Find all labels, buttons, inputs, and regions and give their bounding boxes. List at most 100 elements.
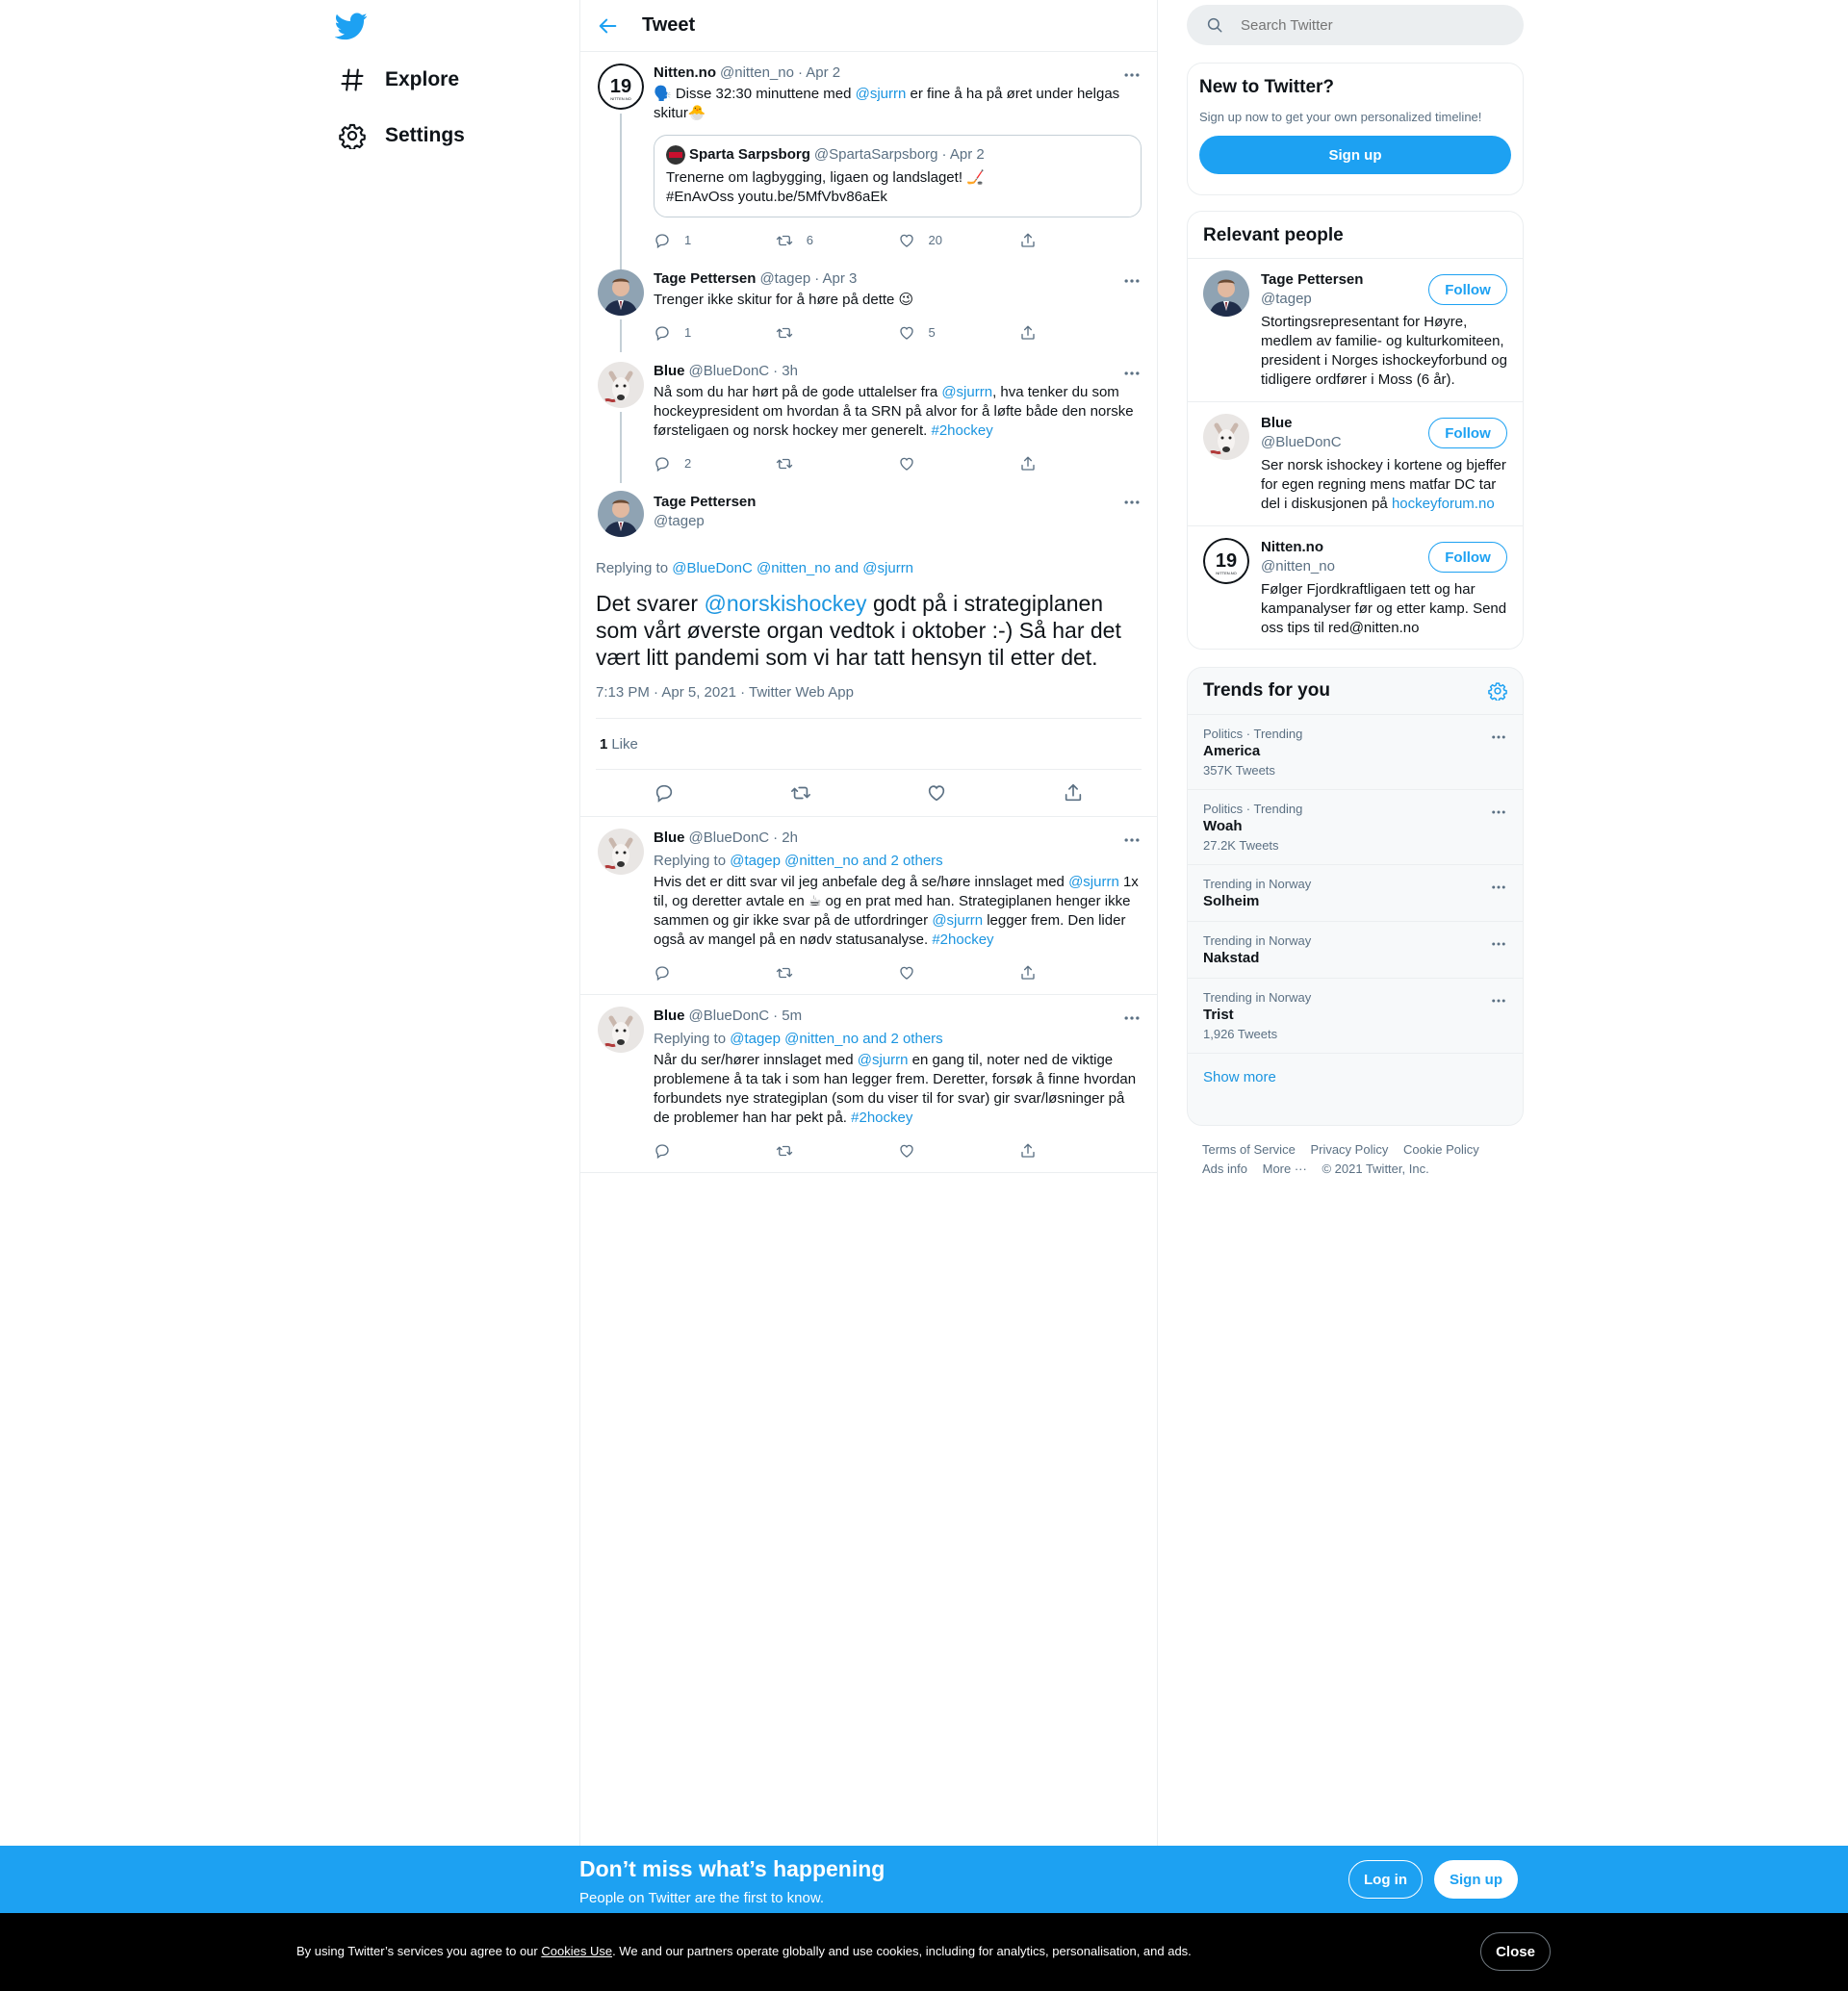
twitter-logo-icon[interactable] (335, 10, 368, 42)
tweet[interactable]: Tage Pettersen @tagep · Apr 3 Trenger ik… (580, 256, 1157, 352)
more-options-icon[interactable] (1490, 879, 1507, 896)
heart-icon[interactable] (926, 782, 947, 804)
avatar[interactable] (1203, 538, 1249, 584)
author-handle[interactable]: @BlueDonC (689, 1007, 770, 1026)
tweet[interactable]: Blue @BlueDonC · 5m Replying to @tagep @… (580, 995, 1157, 1173)
person-item[interactable]: Nitten.no @nitten_no Følger Fjordkraftli… (1188, 526, 1523, 649)
author-name[interactable]: Nitten.no (654, 64, 716, 83)
more-options-icon[interactable] (1122, 271, 1142, 291)
replying-to-links[interactable]: @tagep @nitten_no and 2 others (730, 853, 942, 869)
share-button[interactable] (1019, 324, 1142, 342)
author-name[interactable]: Blue (654, 1007, 685, 1026)
share-button[interactable] (1019, 1142, 1142, 1160)
share-button[interactable] (1019, 964, 1142, 982)
hashtag-link[interactable]: #2hockey (932, 932, 993, 948)
more-options-icon[interactable] (1122, 364, 1142, 383)
follow-button[interactable]: Follow (1428, 542, 1507, 573)
trend-item[interactable]: Trending in Norway Nakstad (1188, 922, 1523, 979)
author-handle[interactable]: @BlueDonC (689, 362, 770, 381)
trend-item[interactable]: Politics · Trending Woah 27.2K Tweets (1188, 790, 1523, 865)
avatar[interactable] (598, 64, 644, 110)
hashtag-link[interactable]: #2hockey (851, 1110, 912, 1126)
share-button[interactable] (1019, 232, 1142, 249)
author-name[interactable]: Blue (654, 362, 685, 381)
tweet-time[interactable]: · Apr 2 (798, 64, 840, 83)
share-button[interactable] (1019, 455, 1142, 472)
tweet-timestamp[interactable]: 7:13 PM · Apr 5, 2021 · Twitter Web App (596, 684, 1142, 719)
tweet-time[interactable]: · 5m (773, 1007, 802, 1026)
login-button[interactable]: Log in (1348, 1860, 1423, 1899)
footer-link[interactable]: Ads info (1202, 1161, 1247, 1176)
show-more-link[interactable]: Show more (1188, 1054, 1523, 1101)
avatar[interactable] (598, 1007, 644, 1053)
retweet-button[interactable] (776, 324, 898, 342)
avatar[interactable] (1203, 270, 1249, 317)
replying-to-links[interactable]: @BlueDonC @nitten_no and @sjurrn (672, 560, 913, 576)
reply-button[interactable]: 2 (654, 454, 776, 473)
likes-summary[interactable]: 1 Like (596, 719, 1142, 770)
footer-link[interactable]: Privacy Policy (1310, 1142, 1388, 1157)
tweet[interactable]: Nitten.no @nitten_no · Apr 2 🗣️ Disse 32… (580, 52, 1157, 306)
trend-item[interactable]: Trending in Norway Trist 1,926 Tweets (1188, 979, 1523, 1054)
gear-icon[interactable] (1488, 681, 1507, 701)
mention-link[interactable]: @sjurrn (856, 86, 907, 102)
more-options-icon[interactable] (1490, 804, 1507, 821)
more-options-icon[interactable] (1122, 830, 1142, 850)
more-options-icon[interactable] (1490, 728, 1507, 746)
like-button[interactable]: 20 (898, 231, 1020, 250)
bio-link[interactable]: hockeyforum.no (1392, 496, 1495, 512)
tweet-time[interactable]: · 2h (773, 829, 798, 848)
replying-to-links[interactable]: @tagep @nitten_no and 2 others (730, 1031, 942, 1047)
author-name[interactable]: Blue (654, 829, 685, 848)
more-options-icon[interactable] (1122, 493, 1142, 512)
author-handle[interactable]: @tagep (759, 269, 810, 289)
footer-link[interactable]: More ··· (1263, 1161, 1307, 1176)
signup-button[interactable]: Sign up (1199, 136, 1511, 174)
avatar[interactable] (598, 491, 644, 537)
like-button[interactable] (898, 964, 1020, 982)
like-button[interactable] (898, 1142, 1020, 1160)
mention-link[interactable]: @sjurrn (941, 384, 992, 400)
like-button[interactable]: 5 (898, 323, 1020, 343)
retweet-icon[interactable] (790, 782, 811, 804)
retweet-button[interactable]: 6 (776, 231, 898, 250)
author-name[interactable]: Tage Pettersen (654, 269, 756, 289)
footer-link[interactable]: Terms of Service (1202, 1142, 1296, 1157)
trend-item[interactable]: Trending in Norway Solheim (1188, 865, 1523, 922)
tweet-time[interactable]: · Apr 3 (814, 269, 857, 289)
trend-item[interactable]: Politics · Trending America 357K Tweets (1188, 715, 1523, 790)
tweet[interactable]: Blue @BlueDonC · 2h Replying to @tagep @… (580, 817, 1157, 995)
nav-settings[interactable]: Settings (339, 116, 465, 155)
person-item[interactable]: Blue @BlueDonC Ser norsk ishockey i kort… (1188, 402, 1523, 526)
person-item[interactable]: Tage Pettersen @tagep Stortingsrepresent… (1188, 259, 1523, 402)
reply-button[interactable] (654, 1142, 776, 1160)
reply-button[interactable]: 1 (654, 323, 776, 343)
more-options-icon[interactable] (1490, 992, 1507, 1009)
reply-icon[interactable] (654, 782, 675, 804)
author-name[interactable]: Tage Pettersen (654, 493, 1142, 512)
avatar[interactable] (598, 829, 644, 875)
retweet-button[interactable] (776, 455, 898, 472)
author-handle[interactable]: @tagep (654, 512, 1142, 531)
signup-button[interactable]: Sign up (1434, 1860, 1518, 1899)
hashtag-link[interactable]: #2hockey (931, 422, 992, 439)
avatar[interactable] (1203, 414, 1249, 460)
mention-link[interactable]: @sjurrn (1068, 874, 1119, 890)
author-handle[interactable]: @BlueDonC (689, 829, 770, 848)
like-button[interactable] (898, 455, 1020, 472)
back-arrow-icon[interactable] (598, 15, 619, 37)
follow-button[interactable]: Follow (1428, 418, 1507, 448)
mention-link[interactable]: @norskishockey (704, 591, 866, 616)
footer-link[interactable]: Cookie Policy (1403, 1142, 1479, 1157)
quoted-tweet[interactable]: Sparta Sarpsborg @SpartaSarpsborg · Apr … (654, 135, 1142, 217)
more-options-icon[interactable] (1122, 1008, 1142, 1028)
avatar[interactable] (598, 362, 644, 408)
retweet-button[interactable] (776, 964, 898, 982)
search-input[interactable] (1241, 16, 1491, 34)
more-options-icon[interactable] (1122, 65, 1142, 85)
cookies-use-link[interactable]: Cookies Use (541, 1944, 612, 1958)
share-icon[interactable] (1063, 782, 1084, 804)
mention-link[interactable]: @sjurrn (932, 912, 983, 929)
avatar[interactable] (598, 269, 644, 316)
nav-explore[interactable]: Explore (339, 61, 459, 99)
